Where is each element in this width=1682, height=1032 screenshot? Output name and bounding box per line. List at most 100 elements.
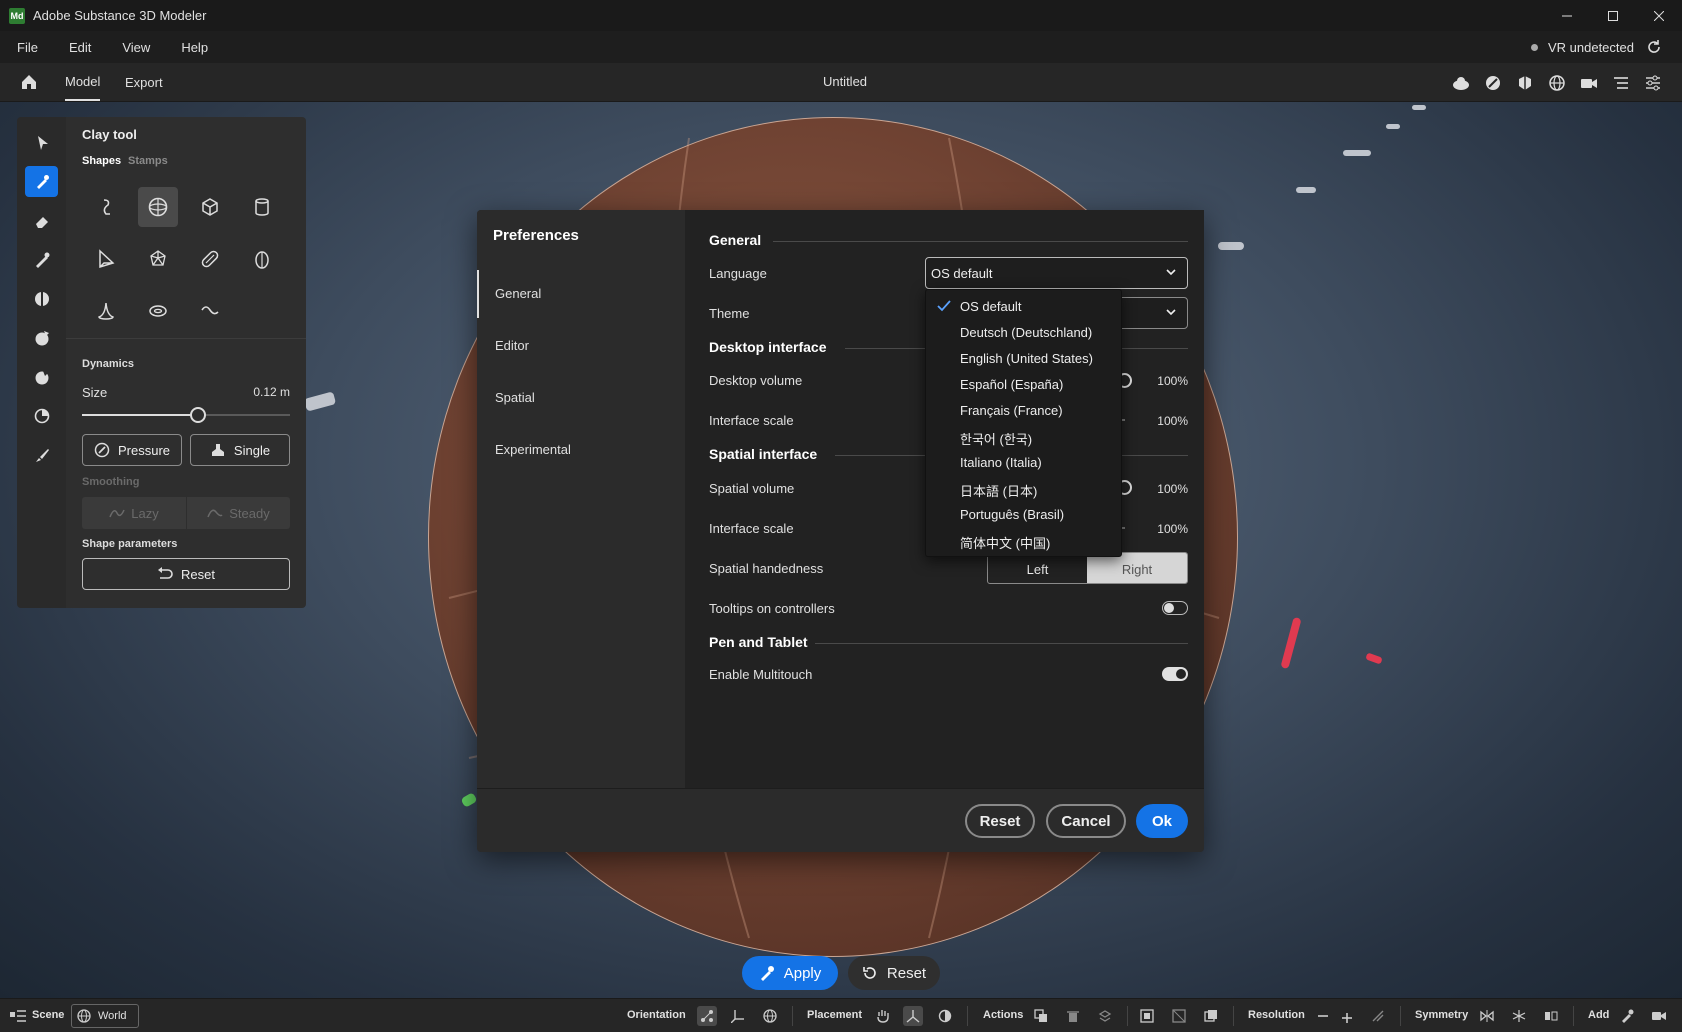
size-slider-handle[interactable] [190, 407, 207, 423]
world-button[interactable]: World [71, 1004, 139, 1028]
hand-icon[interactable] [873, 1006, 893, 1026]
language-option[interactable]: 한국어 (한국) [960, 429, 1032, 448]
shape-cone-icon[interactable] [86, 291, 126, 331]
red-stroke-mark [1280, 616, 1302, 670]
shape-torus-icon[interactable] [138, 291, 178, 331]
scene-label[interactable]: Scene [32, 1009, 64, 1021]
brush-tool-icon[interactable] [25, 439, 58, 470]
shape-polyhedron-icon[interactable] [138, 239, 178, 279]
language-option[interactable]: 简体中文 (中国) [960, 533, 1050, 552]
size-value: 0.12 m [253, 385, 290, 399]
language-option[interactable]: English (United States) [960, 351, 1093, 366]
layer-group-icon[interactable] [1137, 1006, 1157, 1026]
shape-stroke-icon[interactable] [86, 187, 126, 227]
pressure-button[interactable]: Pressure [82, 434, 182, 466]
add-camera-icon[interactable] [1649, 1006, 1669, 1026]
orientation-axis-icon[interactable] [728, 1006, 748, 1026]
scene-view-icon[interactable] [1452, 74, 1470, 92]
nav-spatial[interactable]: Spatial [495, 390, 535, 405]
menu-edit[interactable]: Edit [43, 40, 91, 55]
tool-strip [17, 117, 66, 608]
globe-icon[interactable] [1548, 74, 1566, 92]
menu-view[interactable]: View [96, 40, 150, 55]
erase-tool-icon[interactable] [25, 205, 58, 236]
shape-cube-icon[interactable] [190, 187, 230, 227]
mirror-plane-icon[interactable] [1541, 1006, 1561, 1026]
snap-icon[interactable] [935, 1006, 955, 1026]
tooltips-toggle[interactable] [1162, 601, 1188, 615]
viewport-reset-label: Reset [886, 964, 927, 982]
close-icon[interactable] [1636, 0, 1682, 31]
scene-icon[interactable] [8, 1006, 28, 1026]
material-icon[interactable] [1484, 74, 1502, 92]
prefs-cancel-button[interactable]: Cancel [1046, 804, 1126, 838]
resolution-increase-icon[interactable] [1338, 1006, 1358, 1026]
smooth-tool-icon[interactable] [25, 244, 58, 275]
shape-cylinder-icon[interactable] [242, 187, 282, 227]
single-button[interactable]: Single [190, 434, 290, 466]
menu-file[interactable]: File [0, 40, 38, 55]
mirror-radial-icon[interactable] [1509, 1006, 1529, 1026]
language-option[interactable]: Español (España) [960, 377, 1063, 392]
inflate-tool-icon[interactable] [25, 361, 58, 392]
maximize-icon[interactable] [1590, 0, 1636, 31]
settings-sliders-icon[interactable] [1644, 74, 1662, 92]
reset-shape-button[interactable]: Reset [82, 558, 290, 590]
stroke-mark [1343, 150, 1371, 156]
camera-icon[interactable] [1580, 74, 1598, 92]
shape-wedge-icon[interactable] [86, 239, 126, 279]
select-tool-icon[interactable] [25, 127, 58, 158]
merge-icon[interactable] [1095, 1006, 1115, 1026]
resolution-auto-icon[interactable] [1368, 1006, 1388, 1026]
paint-tool-icon[interactable] [25, 400, 58, 431]
apply-button[interactable]: Apply [742, 956, 838, 990]
language-option[interactable]: 日本語 (日本) [960, 481, 1037, 500]
nav-general[interactable]: General [495, 286, 541, 301]
language-option[interactable]: Italiano (Italia) [960, 455, 1042, 470]
handedness-right-option[interactable]: Right [1087, 553, 1187, 583]
shape-sphere-icon[interactable] [138, 187, 178, 227]
resolution-decrease-icon[interactable] [1313, 1006, 1333, 1026]
mirror-x-icon[interactable] [1477, 1006, 1497, 1026]
menu-help[interactable]: Help [155, 40, 208, 55]
shape-capsule-icon[interactable] [190, 239, 230, 279]
prefs-reset-button[interactable]: Reset [965, 804, 1035, 838]
nav-editor[interactable]: Editor [495, 338, 529, 353]
delete-icon[interactable] [1063, 1006, 1083, 1026]
language-select[interactable]: OS default [925, 257, 1188, 289]
shading-icon[interactable] [1516, 74, 1534, 92]
outliner-icon[interactable] [1612, 74, 1630, 92]
pen-tablet-heading: Pen and Tablet [709, 634, 808, 650]
layer-mask-icon[interactable] [1201, 1006, 1221, 1026]
move-tool-icon[interactable] [25, 322, 58, 353]
reset-shape-label: Reset [181, 566, 215, 582]
language-option[interactable]: Português (Brasil) [960, 507, 1064, 522]
minimize-icon[interactable] [1544, 0, 1590, 31]
toggle-knob [1176, 669, 1186, 679]
duplicate-icon[interactable] [1031, 1006, 1051, 1026]
size-slider-track[interactable] [82, 407, 290, 423]
orientation-local-icon[interactable] [697, 1006, 717, 1026]
checkmark-icon [937, 300, 951, 312]
refresh-icon[interactable] [1646, 39, 1662, 55]
placement-label: Placement [807, 1009, 863, 1021]
language-option[interactable]: Français (France) [960, 403, 1063, 418]
language-option[interactable]: Deutsch (Deutschland) [960, 325, 1092, 340]
shape-egg-icon[interactable] [242, 239, 282, 279]
handedness-left-option[interactable]: Left [988, 553, 1087, 583]
layer-ungroup-icon[interactable] [1169, 1006, 1189, 1026]
subtab-shapes[interactable]: Shapes [82, 155, 121, 167]
viewport-reset-button[interactable]: Reset [848, 956, 940, 990]
spatial-scale-value: 100% [1157, 522, 1188, 536]
add-clay-icon[interactable] [1617, 1006, 1637, 1026]
clay-tool-icon[interactable] [25, 166, 58, 197]
language-option[interactable]: OS default [960, 299, 1021, 314]
gizmo-icon[interactable] [903, 1006, 923, 1026]
nav-experimental[interactable]: Experimental [495, 442, 571, 457]
split-tool-icon[interactable] [25, 283, 58, 314]
prefs-ok-button[interactable]: Ok [1136, 804, 1188, 838]
subtab-stamps[interactable]: Stamps [128, 155, 168, 167]
shape-curve-icon[interactable] [190, 291, 230, 331]
orientation-world-icon[interactable] [760, 1006, 780, 1026]
multitouch-toggle[interactable] [1162, 667, 1188, 681]
